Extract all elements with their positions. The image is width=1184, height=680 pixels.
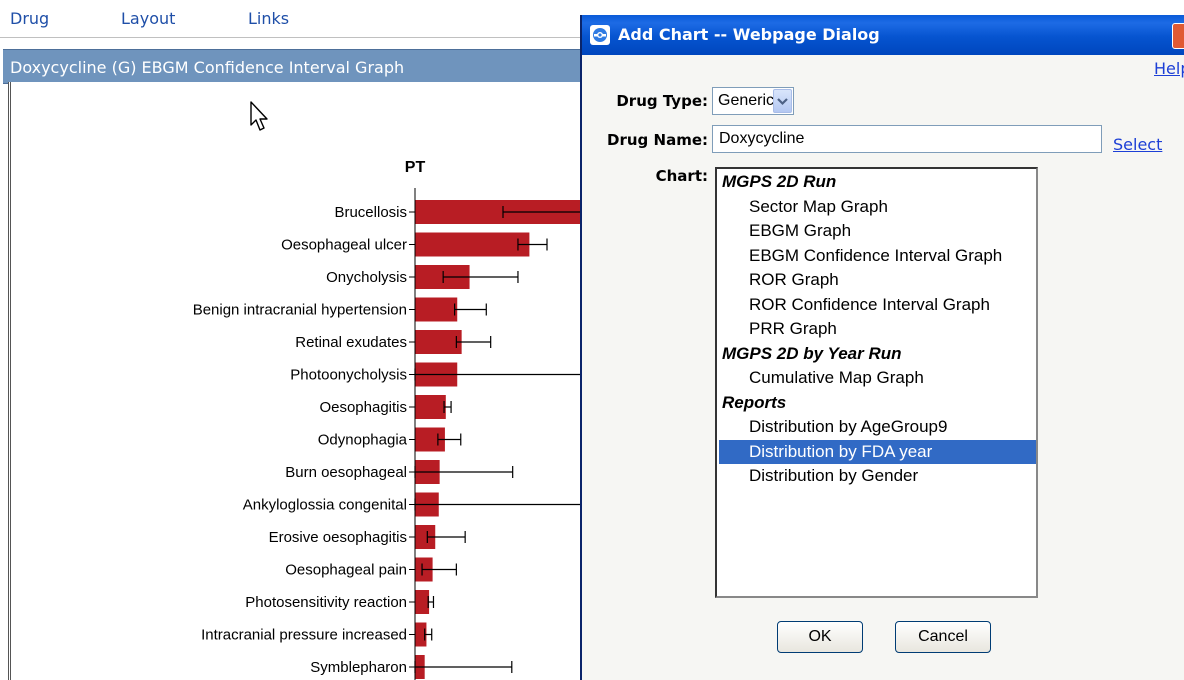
- category-label: Symblepharon: [310, 659, 407, 676]
- help-link[interactable]: Help: [1154, 59, 1184, 78]
- chart-bar: [415, 232, 530, 257]
- chart-bar: [415, 395, 446, 419]
- list-option[interactable]: EBGM Confidence Interval Graph: [719, 244, 1036, 268]
- category-label: Photosensitivity reaction: [245, 594, 407, 611]
- chart-panel-title: Doxycycline (G) EBGM Confidence Interval…: [10, 58, 405, 77]
- category-label: Brucellosis: [334, 204, 407, 221]
- category-label: Oesophageal pain: [285, 562, 407, 579]
- category-label: Odynophagia: [318, 432, 408, 449]
- chart-title: PT: [405, 159, 426, 176]
- chart-label: Chart:: [655, 167, 708, 185]
- menu-drug[interactable]: Drug: [10, 9, 49, 28]
- category-label: Photoonycholysis: [290, 367, 407, 384]
- drug-type-label: Drug Type:: [616, 92, 708, 110]
- category-label: Intracranial pressure increased: [201, 627, 407, 644]
- list-group-header: MGPS 2D Run: [722, 172, 837, 191]
- menu-links[interactable]: Links: [248, 9, 289, 28]
- category-label: Ankyloglossia congenital: [243, 497, 407, 514]
- category-label: Oesophageal ulcer: [281, 237, 407, 254]
- drug-name-input[interactable]: [712, 125, 1102, 153]
- list-option[interactable]: EBGM Graph: [719, 219, 1036, 243]
- dropdown-arrow-icon[interactable]: [773, 89, 792, 113]
- list-option[interactable]: ROR Confidence Interval Graph: [719, 293, 1036, 317]
- ebgm-ci-chart: PT Brucellosis Oesophageal ulcer Onycholysi…: [193, 159, 590, 680]
- category-label: Retinal exudates: [295, 334, 407, 351]
- list-group-header: Reports: [722, 392, 787, 412]
- select-drug-link[interactable]: Select: [1113, 135, 1162, 154]
- menu-bar: Drug Layout Links: [0, 0, 590, 38]
- list-option[interactable]: Sector Map Graph: [719, 195, 1036, 219]
- cancel-button[interactable]: Cancel: [895, 621, 991, 653]
- dialog-title-bar[interactable]: Add Chart -- Webpage Dialog: [582, 15, 1184, 55]
- category-label: Erosive oesophagitis: [269, 529, 407, 546]
- chart-bar: [415, 330, 462, 354]
- drug-name-label: Drug Name:: [607, 131, 708, 149]
- category-label: Onycholysis: [326, 269, 407, 286]
- menu-layout[interactable]: Layout: [121, 9, 175, 28]
- list-option[interactable]: Distribution by FDA year: [719, 439, 1036, 464]
- list-option[interactable]: ROR Graph: [719, 268, 1036, 292]
- list-option[interactable]: Distribution by AgeGroup9: [719, 415, 1036, 439]
- dialog-title: Add Chart -- Webpage Dialog: [618, 25, 880, 44]
- close-button[interactable]: [1172, 23, 1184, 49]
- application-window: Drug Layout Links Doxycycline (G) EBGM C…: [0, 0, 590, 680]
- drug-type-select[interactable]: Generic: [712, 87, 794, 115]
- chart-type-listbox[interactable]: MGPS 2D Run Sector Map Graph EBGM Graph EBG…: [715, 167, 1038, 598]
- chart-bar: [415, 297, 458, 322]
- category-label: Burn oesophageal: [285, 464, 407, 481]
- list-option[interactable]: Distribution by Gender: [719, 464, 1036, 488]
- chart-bar: [415, 590, 430, 614]
- chart-panel-header: Doxycycline (G) EBGM Confidence Interval…: [3, 49, 590, 84]
- drug-type-value: Generic: [718, 92, 775, 109]
- mouse-cursor-icon: [250, 101, 268, 131]
- category-label: Oesophagitis: [319, 399, 407, 416]
- category-label: Benign intracranial hypertension: [193, 302, 407, 319]
- list-option[interactable]: PRR Graph: [719, 317, 1036, 341]
- internet-explorer-icon: [590, 25, 610, 45]
- chart-frame: PT Brucellosis Oesophageal ulcer Onycholysi…: [8, 82, 590, 680]
- add-chart-dialog: Add Chart -- Webpage Dialog Help Drug Ty…: [580, 15, 1184, 680]
- ok-button[interactable]: OK: [777, 621, 863, 653]
- list-option[interactable]: Cumulative Map Graph: [719, 366, 1036, 390]
- list-group-header: MGPS 2D by Year Run: [722, 343, 902, 363]
